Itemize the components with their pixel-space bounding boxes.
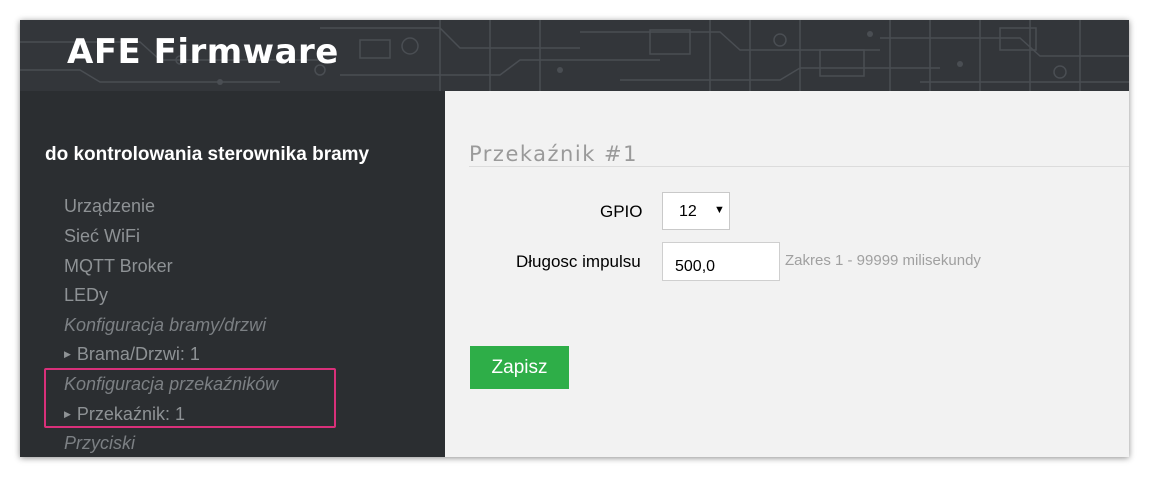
impulse-length-label: Długosc impulsu bbox=[516, 252, 641, 271]
sidebar-item-siec-wifi[interactable]: Sieć WiFi bbox=[64, 226, 140, 247]
triangle-right-icon: ▶ bbox=[64, 349, 71, 359]
sidebar-section-gate-config: Konfiguracja bramy/drzwi bbox=[64, 315, 267, 335]
save-button[interactable]: Zapisz bbox=[470, 346, 569, 389]
section-divider bbox=[469, 166, 1129, 167]
sidebar-item-brama-drzwi-1[interactable]: ▶ Brama/Drzwi: 1 bbox=[64, 344, 200, 365]
sidebar-item-label: Brama/Drzwi: 1 bbox=[76, 344, 200, 364]
highlight-annotation-box bbox=[44, 368, 336, 428]
impulse-length-input[interactable] bbox=[662, 242, 780, 281]
sidebar: do kontrolowania sterownika bramy Urządz… bbox=[20, 91, 445, 457]
gpio-select-value: 12 bbox=[679, 203, 697, 220]
app-title: AFE Firmware bbox=[67, 32, 339, 72]
page-title: Przekaźnik #1 bbox=[469, 142, 638, 166]
caret-down-icon: ▼ bbox=[714, 204, 725, 216]
header-banner: AFE Firmware bbox=[20, 20, 1129, 91]
gpio-label: GPIO bbox=[600, 202, 643, 221]
sidebar-title: do kontrolowania sterownika bramy bbox=[45, 144, 370, 165]
sidebar-section-buttons: Przyciski bbox=[64, 433, 135, 453]
sidebar-item-ledy[interactable]: LEDy bbox=[64, 285, 108, 306]
browser-viewport: AFE Firmware do kontrolowania sterownika… bbox=[20, 20, 1129, 457]
impulse-range-hint: Zakres 1 - 99999 milisekundy bbox=[785, 252, 981, 269]
sidebar-item-mqtt-broker[interactable]: MQTT Broker bbox=[64, 256, 173, 277]
gpio-select[interactable]: 12 ▼ bbox=[662, 192, 730, 230]
main-content: Przekaźnik #1 GPIO 12 ▼ Długosc impulsu … bbox=[445, 91, 1129, 457]
sidebar-item-urzadzenie[interactable]: Urządzenie bbox=[64, 196, 155, 217]
